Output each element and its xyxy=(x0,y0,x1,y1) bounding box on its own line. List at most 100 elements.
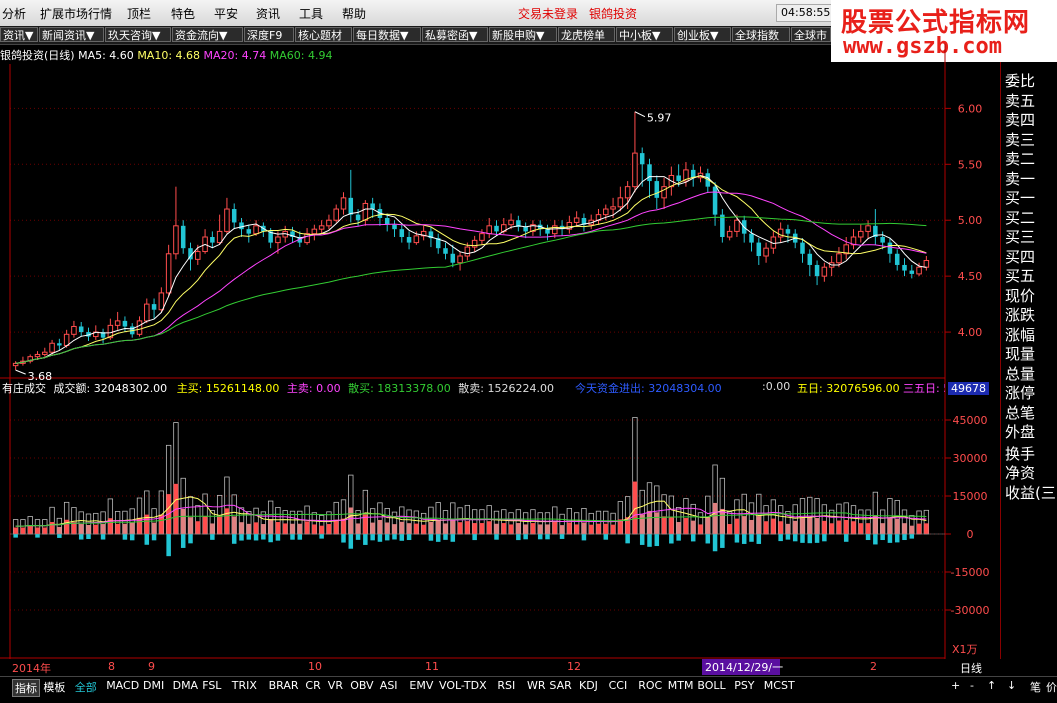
indicator-tab-vol-tdx[interactable]: VOL-TDX xyxy=(439,679,487,692)
quote-field-14: 现量 xyxy=(1005,345,1036,363)
candle-body-down xyxy=(756,242,762,257)
toolbar-global-market[interactable]: 全球市 xyxy=(791,27,831,42)
price-tick-label: 4.50 xyxy=(958,270,983,283)
indicator-tab-mtm[interactable]: MTM xyxy=(668,679,694,692)
indicator-tab-cr[interactable]: CR xyxy=(305,679,320,692)
menu-item-features[interactable]: 特色 xyxy=(171,5,195,22)
indicator-tab-dmi[interactable]: DMI xyxy=(143,679,164,692)
toolbar-core-topics[interactable]: 核心题材 xyxy=(295,27,352,42)
menu-item-pingan[interactable]: 平安 xyxy=(214,5,238,22)
login-status[interactable]: 交易未登录 xyxy=(518,5,578,22)
candle-body-down xyxy=(523,226,528,232)
volume-main-buy-bar xyxy=(297,523,303,534)
bottom-control-2[interactable]: ↑ xyxy=(987,679,996,692)
volume-sell-bar xyxy=(778,534,783,542)
volume-main-buy-bar xyxy=(829,523,834,534)
toolbar-f9[interactable]: 深度F9 xyxy=(244,27,294,42)
toolbar-news-info[interactable]: 新闻资讯▼ xyxy=(39,27,104,42)
menu-item-news[interactable]: 资讯 xyxy=(256,5,280,22)
menu-item-top-bar[interactable]: 顶栏 xyxy=(127,5,151,22)
volume-sell-bar xyxy=(873,534,878,545)
volume-main-buy-bar xyxy=(129,522,135,534)
indicator-tab-obv[interactable]: OBV xyxy=(350,679,373,692)
volume-sell-bar xyxy=(319,534,324,539)
volume-sell-bar xyxy=(406,534,412,541)
menu-item-extended-market[interactable]: 扩展市场行情 xyxy=(40,5,112,22)
volume-main-buy-bar xyxy=(86,524,91,534)
volume-sell-bar xyxy=(472,534,477,541)
indicator-tab-kdj[interactable]: KDJ xyxy=(579,679,598,692)
volume-main-buy-bar xyxy=(516,523,521,534)
bottom-control-4[interactable]: 笔 xyxy=(1030,679,1041,695)
toolbar-gem-board[interactable]: 创业板▼ xyxy=(674,27,731,42)
toolbar-jiutian[interactable]: 玖天咨询▼ xyxy=(105,27,171,42)
indicator-tab-dma[interactable]: DMA xyxy=(173,679,199,692)
volume-main-buy-bar xyxy=(814,518,820,534)
volume-main-buy-bar xyxy=(384,522,390,534)
indicator-tab-trix[interactable]: TRIX xyxy=(232,679,257,692)
indicator-tab-boll[interactable]: BOLL xyxy=(697,679,725,692)
candle-body-up xyxy=(603,208,609,216)
kline-chart[interactable]: 6.005.505.004.504.005.973.68450003000015… xyxy=(0,44,1000,659)
menu-item-help[interactable]: 帮助 xyxy=(342,5,366,22)
indicator-tab-vr[interactable]: VR xyxy=(328,679,343,692)
toolbar-dragon-tiger[interactable]: 龙虎榜单 xyxy=(558,27,615,42)
volume-main-buy-bar xyxy=(326,524,332,534)
bottom-control-3[interactable]: ↓ xyxy=(1007,679,1016,692)
indicator-tab-cci[interactable]: CCI xyxy=(609,679,628,692)
indicator-tab-指标[interactable]: 指标 xyxy=(12,679,40,697)
bottom-control-1[interactable]: - xyxy=(970,679,974,692)
indicator-tab-模板[interactable]: 模板 xyxy=(43,679,65,695)
volume-main-buy-bar xyxy=(195,521,201,534)
volume-sell-bar xyxy=(516,534,521,541)
toolbar-ipo[interactable]: 新股申购▼ xyxy=(489,27,557,42)
indicator-tab-brar[interactable]: BRAR xyxy=(269,679,299,692)
menu-item-tools[interactable]: 工具 xyxy=(299,5,323,22)
toolbar-daily-data[interactable]: 每日数据▼ xyxy=(353,27,421,42)
indicator-tab-全部[interactable]: 全部 xyxy=(75,679,97,695)
indicator-tab-roc[interactable]: ROC xyxy=(638,679,662,692)
volume-main-buy-bar xyxy=(341,518,346,534)
indicator-tab-macd[interactable]: MACD xyxy=(106,679,139,692)
volume-sell-bar xyxy=(843,534,849,542)
volume-main-buy-bar xyxy=(428,521,434,534)
toolbar-capital-flow[interactable]: 资金流向▼ xyxy=(172,27,243,42)
period-label[interactable]: 日线 xyxy=(960,660,982,676)
unit-label: X1万 xyxy=(952,643,978,656)
candle-body-up xyxy=(304,233,310,244)
five-day-label: 五日: 32076596.00 xyxy=(797,382,900,395)
indicator-tab-psy[interactable]: PSY xyxy=(734,679,754,692)
volume-main-buy-bar xyxy=(581,522,587,534)
indicator-tab-wr[interactable]: WR xyxy=(527,679,546,692)
toolbar-private-fund[interactable]: 私募密函▼ xyxy=(422,27,488,42)
price-tick-label: 6.00 xyxy=(958,102,983,115)
toolbar-news[interactable]: 资讯▼ xyxy=(0,27,38,42)
volume-main-buy-bar xyxy=(545,524,550,534)
moving-average-lines xyxy=(15,174,927,364)
toolbar-global-index[interactable]: 全球指数 xyxy=(732,27,790,42)
indicator-tab-fsl[interactable]: FSL xyxy=(202,679,221,692)
volume-sell-bar xyxy=(239,534,244,541)
bottom-control-5[interactable]: 价 xyxy=(1046,679,1057,695)
indicator-tab-rsi[interactable]: RSI xyxy=(497,679,515,692)
volume-main-buy-bar xyxy=(669,516,674,534)
volume-main-buy-bar xyxy=(180,508,186,534)
candle-body-down xyxy=(654,181,660,198)
volume-main-buy-bar xyxy=(749,519,754,534)
main-sell-label: 主卖: 0.00 xyxy=(286,382,341,395)
volume-sell-bar xyxy=(712,534,718,552)
volume-main-buy-bar xyxy=(851,521,856,534)
volume-main-buy-bar xyxy=(406,523,412,534)
toolbar-sme-board[interactable]: 中小板▼ xyxy=(616,27,673,42)
indicator-tab-emv[interactable]: EMV xyxy=(409,679,433,692)
volume-main-buy-bar xyxy=(902,523,907,534)
volume-main-buy-bar xyxy=(224,508,230,534)
volume-main-buy-bar xyxy=(712,502,718,534)
indicator-tab-mcst[interactable]: MCST xyxy=(764,679,795,692)
indicator-tab-asi[interactable]: ASI xyxy=(380,679,398,692)
bottom-control-0[interactable]: + xyxy=(951,679,960,692)
volume-main-buy-bar xyxy=(486,521,492,534)
menu-item-analysis[interactable]: 分析 xyxy=(2,5,26,22)
candle-body-up xyxy=(865,225,871,232)
indicator-tab-sar[interactable]: SAR xyxy=(549,679,571,692)
